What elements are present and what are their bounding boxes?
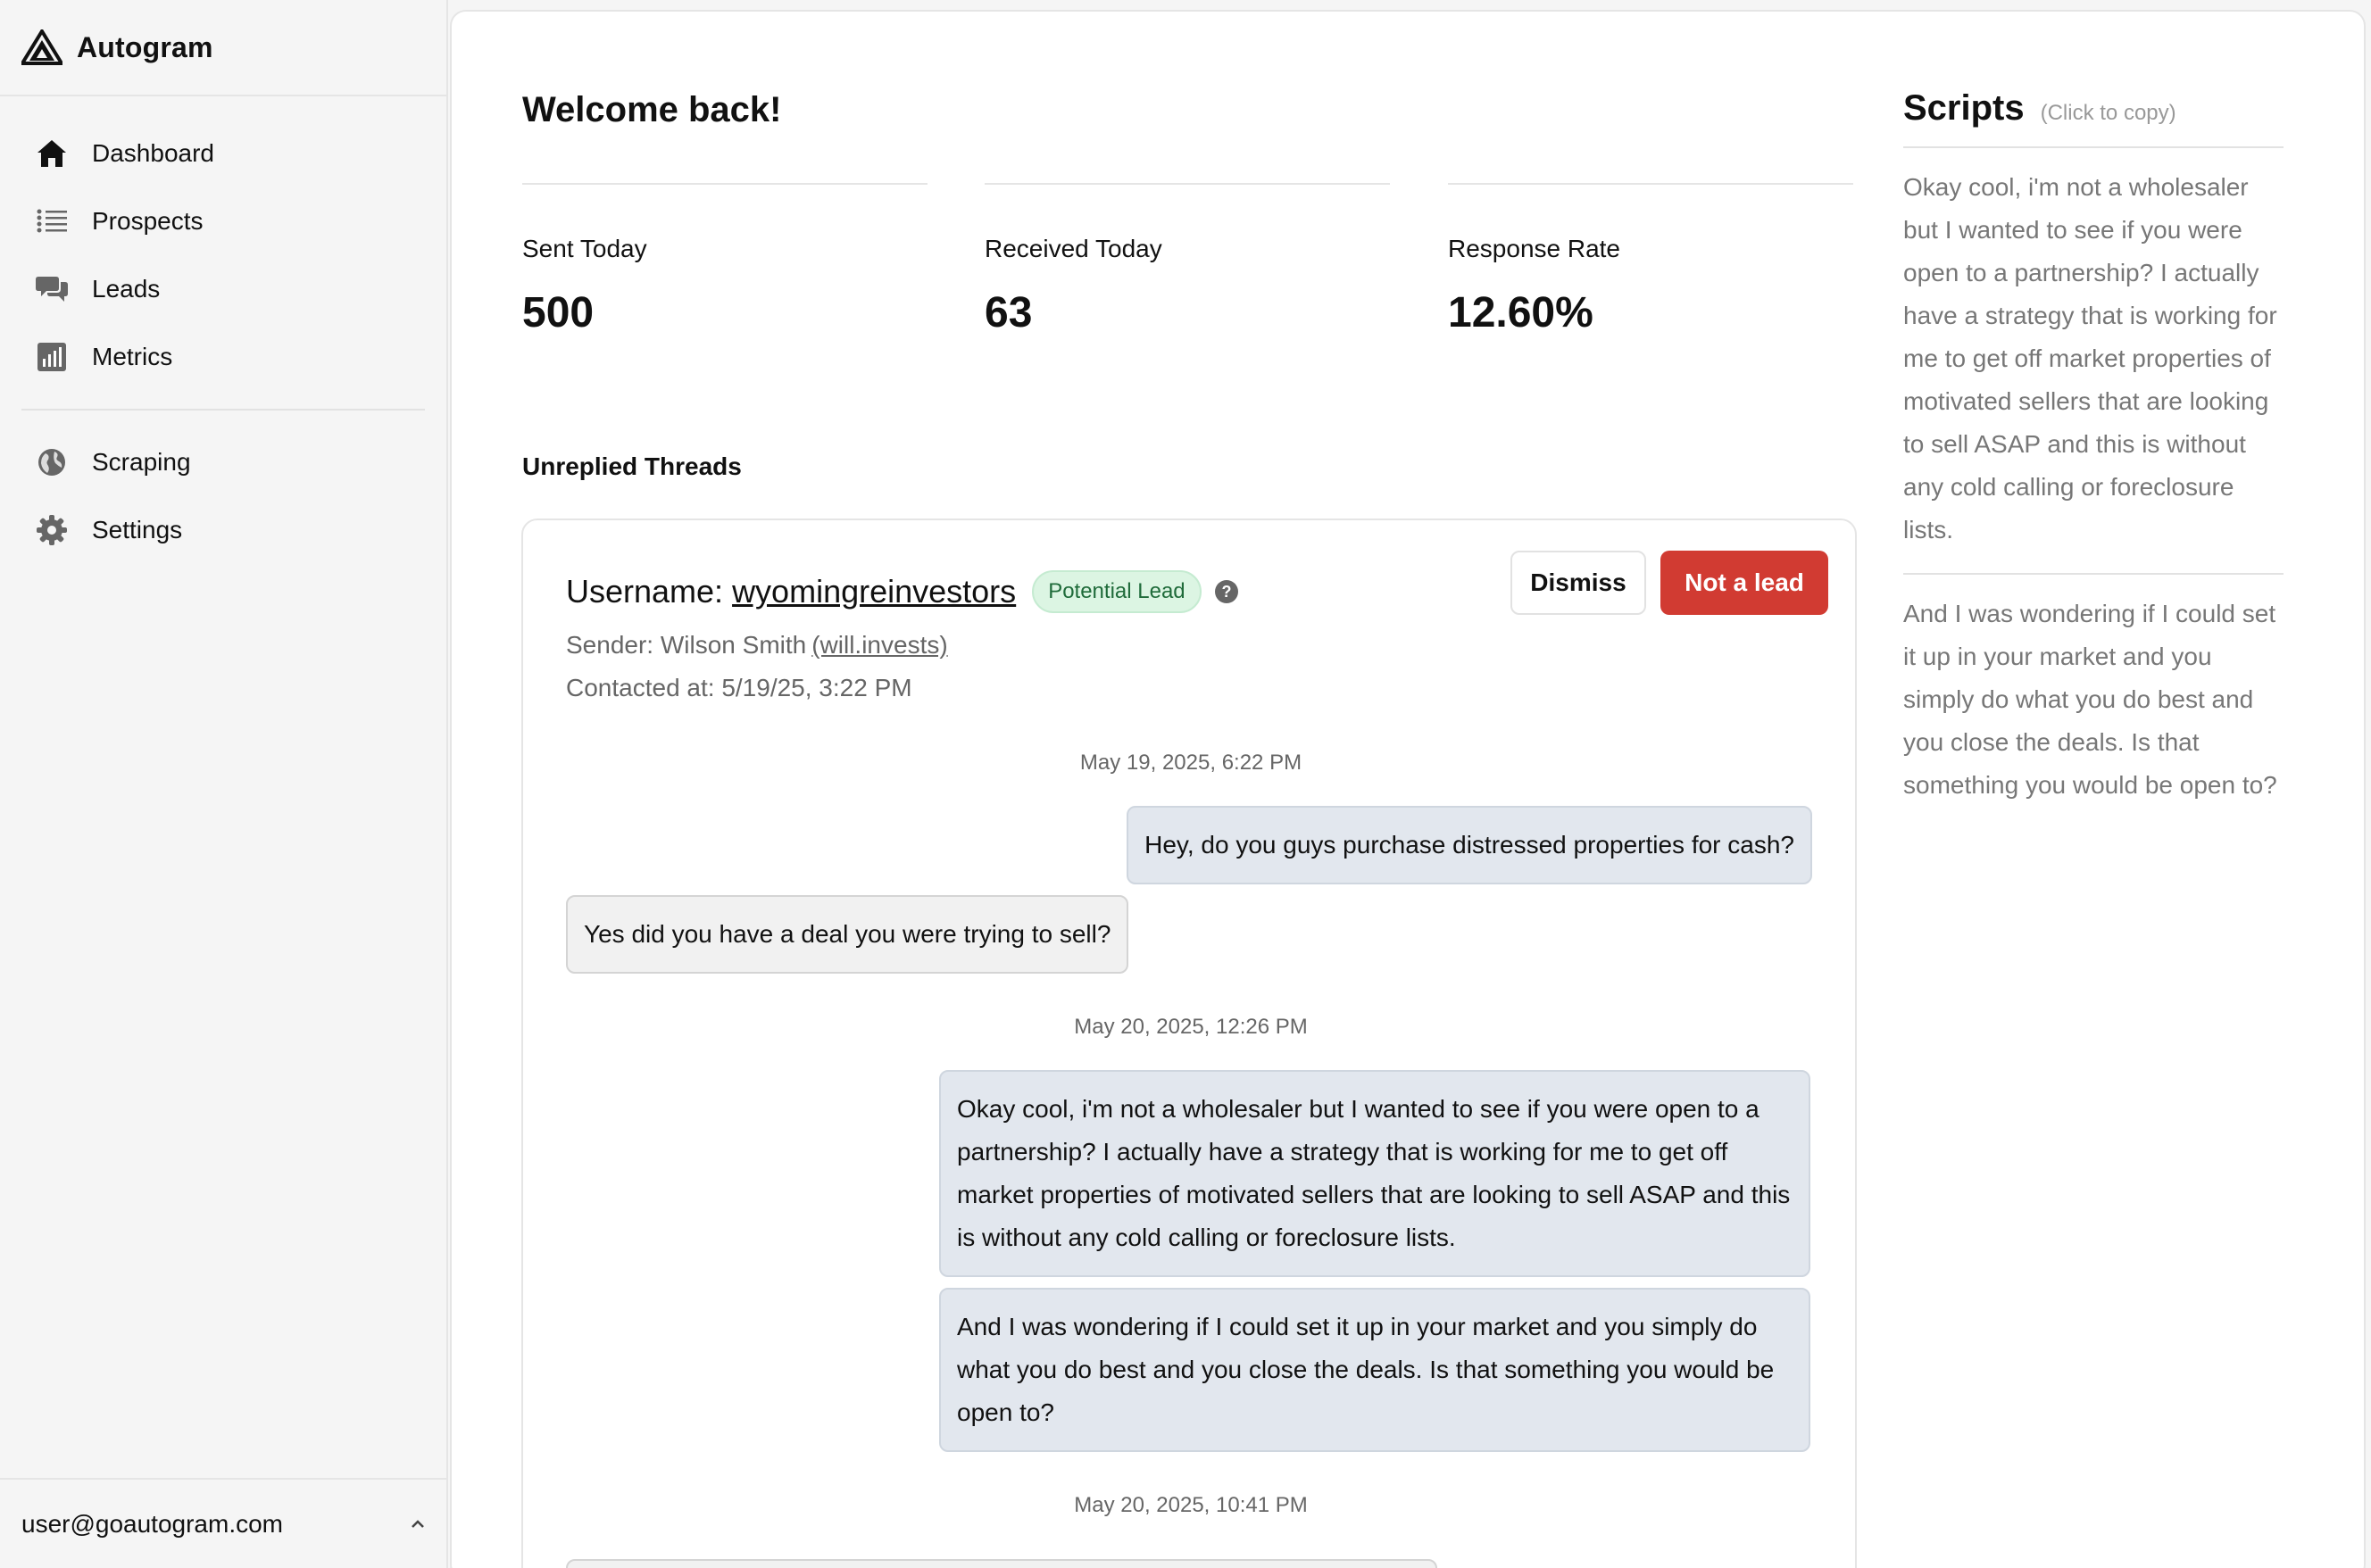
page-title: Welcome back! [522, 90, 782, 129]
stat-value: 63 [985, 289, 1033, 336]
message-incoming: Yes did you have a deal you were trying … [566, 895, 1129, 974]
bar-chart-icon [36, 341, 68, 373]
sidebar-item-label: Leads [92, 275, 161, 303]
autogram-logo-icon [21, 29, 62, 65]
message-incoming-partial [566, 1559, 1437, 1568]
gear-icon [36, 514, 68, 546]
stat-sent-today: Sent Today 500 [522, 183, 928, 337]
app-window: Autogram Dashboard Prospects Leads Metri… [0, 0, 2371, 1568]
stat-value: 500 [522, 289, 595, 336]
contacted-at: Contacted at: 5/19/25, 3:22 PM [566, 674, 912, 701]
stat-response-rate: Response Rate 12.60% [1448, 183, 1853, 337]
sidebar-item-scraping[interactable]: Scraping [21, 428, 425, 496]
stat-label: Response Rate [1448, 235, 1621, 262]
status-badge: Potential Lead [1032, 570, 1202, 613]
sidebar-item-leads[interactable]: Leads [21, 255, 425, 323]
sender-handle-link[interactable]: (will.invests) [811, 631, 947, 659]
stat-value: 12.60% [1448, 289, 1593, 336]
sidebar-item-label: Prospects [92, 207, 204, 235]
message-outgoing: Okay cool, i'm not a wholesaler but I wa… [939, 1070, 1810, 1277]
username-link[interactable]: wyomingreinvestors [732, 573, 1016, 610]
scripts-panel: Scripts (Click to copy) Okay cool, i'm n… [1903, 88, 2284, 828]
sidebar: Autogram Dashboard Prospects Leads Metri… [0, 0, 448, 1568]
username-prefix: Username: [566, 573, 724, 610]
sidebar-item-label: Metrics [92, 343, 173, 370]
sidebar-item-metrics[interactable]: Metrics [21, 323, 425, 391]
brand[interactable]: Autogram [0, 0, 446, 96]
stat-label: Sent Today [522, 235, 647, 262]
scripts-title: Scripts [1903, 88, 2025, 128]
help-icon[interactable]: ? [1214, 579, 1239, 604]
thread-username-row: Username: wyomingreinvestors Potential L… [566, 570, 1239, 613]
message-timestamp: May 20, 2025, 12:26 PM [1074, 1015, 1308, 1039]
script-item[interactable]: And I was wondering if I could set it up… [1903, 575, 2284, 828]
sidebar-item-dashboard[interactable]: Dashboard [21, 120, 425, 187]
stats-row: Sent Today 500 Received Today 63 Respons… [522, 183, 1856, 361]
stat-label: Received Today [985, 235, 1162, 262]
sidebar-divider [21, 409, 425, 411]
stat-received-today: Received Today 63 [985, 183, 1390, 337]
user-menu[interactable]: user@goautogram.com [0, 1478, 448, 1568]
brand-name: Autogram [77, 30, 213, 63]
message-timestamp: May 20, 2025, 10:41 PM [1074, 1493, 1308, 1517]
section-title: Unreplied Threads [522, 452, 742, 480]
sidebar-nav: Dashboard Prospects Leads Metrics Scrapi… [0, 96, 446, 564]
thread-sender: Sender: Wilson Smith (will.invests) [566, 631, 948, 660]
chevron-up-icon [412, 1519, 424, 1528]
message-outgoing: And I was wondering if I could set it up… [939, 1288, 1810, 1452]
scripts-header: Scripts (Click to copy) [1903, 88, 2284, 148]
user-email: user@goautogram.com [21, 1509, 284, 1538]
chat-icon [36, 273, 68, 305]
globe-icon [36, 446, 68, 478]
message-outgoing: Hey, do you guys purchase distressed pro… [1127, 806, 1812, 884]
scripts-hint: (Click to copy) [2040, 101, 2176, 125]
list-icon [36, 205, 68, 237]
dismiss-button[interactable]: Dismiss [1510, 551, 1646, 615]
not-a-lead-button[interactable]: Not a lead [1660, 551, 1828, 615]
home-icon [36, 137, 68, 170]
sidebar-item-label: Settings [92, 516, 183, 543]
sidebar-item-label: Dashboard [92, 139, 214, 167]
message-timestamp: May 19, 2025, 6:22 PM [1079, 751, 1302, 775]
sidebar-item-label: Scraping [92, 448, 191, 476]
sender-name: Sender: Wilson Smith [566, 631, 807, 659]
svg-text:?: ? [1221, 583, 1231, 601]
thread-card: Username: wyomingreinvestors Potential L… [521, 519, 1857, 1568]
sidebar-item-prospects[interactable]: Prospects [21, 187, 425, 255]
main-content: Welcome back! Sent Today 500 Received To… [450, 10, 2366, 1568]
sidebar-item-settings[interactable]: Settings [21, 496, 425, 564]
script-item[interactable]: Okay cool, i'm not a wholesaler but I wa… [1903, 148, 2284, 575]
